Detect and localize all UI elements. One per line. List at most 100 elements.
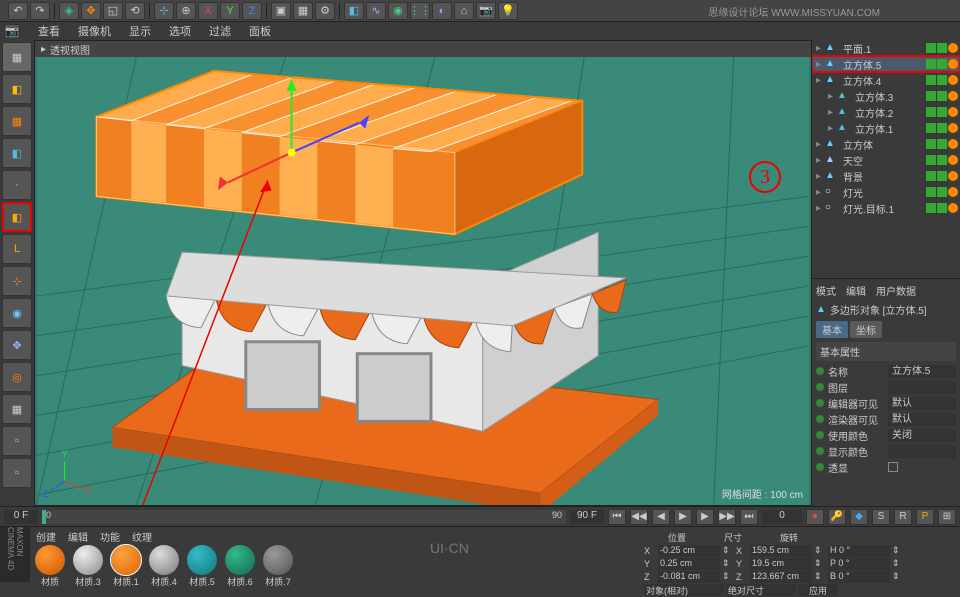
nurbs-icon[interactable]: ◉ [388,2,408,20]
menu-display[interactable]: 显示 [129,23,151,39]
vis-editor-icon[interactable] [926,107,936,117]
tag-icon[interactable] [948,91,958,101]
attr-value[interactable] [888,381,956,394]
vis-render-icon[interactable] [937,75,947,85]
tag-icon[interactable] [948,75,958,85]
make-editable-icon[interactable]: ▦ [2,42,32,72]
key-param-icon[interactable]: P [916,509,934,525]
tag-icon[interactable] [948,107,958,117]
coord-apply-button[interactable]: 应用 [798,584,838,596]
vis-render-icon[interactable] [937,139,947,149]
scale-icon[interactable]: ◱ [103,2,123,20]
attr-value[interactable]: 关闭 [888,429,956,442]
key-pla-icon[interactable]: ⊞ [938,509,956,525]
coord-sys-icon[interactable]: ⊕ [176,2,196,20]
model-mode-icon[interactable]: ◧ [2,74,32,104]
axis-mode-icon[interactable]: ⊹ [2,266,32,296]
vis-render-icon[interactable] [937,155,947,165]
object-manager[interactable]: ▸▲平面.1▸▲立方体.5▸▲立方体.4▸▲立方体.3▸▲立方体.2▸▲立方体.… [812,40,960,278]
render-icon[interactable]: ▣ [271,2,291,20]
render-region-icon[interactable]: ▦ [293,2,313,20]
object-row[interactable]: ▸○灯光.目标.1 [812,200,960,216]
mat-tab-edit[interactable]: 编辑 [68,529,88,543]
redo-icon[interactable]: ↷ [30,2,50,20]
point-mode-icon[interactable]: · [2,170,32,200]
menu-options[interactable]: 选项 [169,23,191,39]
live-select-icon[interactable]: ◈ [59,2,79,20]
snap-icon[interactable]: ◎ [2,362,32,392]
coord-pos[interactable]: -0.081 cm [658,571,720,583]
vis-render-icon[interactable] [937,171,947,181]
object-row[interactable]: ▸▲立方体.1 [812,120,960,136]
menu-camera[interactable]: 摄像机 [78,23,111,39]
enable-axis-icon[interactable]: ✥ [2,330,32,360]
vis-editor-icon[interactable] [926,139,936,149]
camera-icon[interactable]: 📷 [476,2,496,20]
vis-render-icon[interactable] [937,123,947,133]
object-row[interactable]: ▸▲立方体.4 [812,72,960,88]
deformer-icon[interactable]: ◐ [432,2,452,20]
coord-mode-obj[interactable]: 对象(相对) [644,584,724,596]
x-axis-icon[interactable]: X [198,2,218,20]
start-frame[interactable]: 0 F [4,510,38,524]
tag-icon[interactable] [948,139,958,149]
spline-icon[interactable]: ∿ [366,2,386,20]
render-settings-icon[interactable]: ⚙ [315,2,335,20]
coord-rot[interactable]: P 0 ° [828,558,890,570]
object-row[interactable]: ▸▲立方体.5 [812,56,960,72]
tag-icon[interactable] [948,123,958,133]
vis-render-icon[interactable] [937,43,947,53]
tag-icon[interactable] [948,59,958,69]
coord-pos[interactable]: -0.25 cm [658,545,720,557]
coord-rot[interactable]: B 0 ° [828,571,890,583]
vis-editor-icon[interactable] [926,123,936,133]
vis-render-icon[interactable] [937,203,947,213]
tab-coord[interactable]: 坐标 [850,321,882,338]
vis-editor-icon[interactable] [926,59,936,69]
play-icon[interactable]: ▶ [674,509,692,525]
attr-value[interactable]: 默认 [888,413,956,426]
coord-mode-size[interactable]: 绝对尺寸 [726,584,796,596]
workplane-icon[interactable]: ◧ [2,138,32,168]
prev-frame-icon[interactable]: ◀ [652,509,670,525]
autokey-icon[interactable]: 🔑 [828,509,846,525]
object-row[interactable]: ▸▲立方体.3 [812,88,960,104]
coord-pos[interactable]: 0.25 cm [658,558,720,570]
coord-size[interactable]: 19.5 cm [750,558,812,570]
tab-basic[interactable]: 基本 [816,321,848,338]
array-icon[interactable]: ⋮⋮ [410,2,430,20]
goto-end-icon[interactable]: ⏭ [740,509,758,525]
mat-tab-create[interactable]: 创建 [36,529,56,543]
misc1-icon[interactable]: ▫ [2,426,32,456]
key-pos-icon[interactable]: ◆ [850,509,868,525]
menu-panel[interactable]: 面板 [249,23,271,39]
object-row[interactable]: ▸▲立方体 [812,136,960,152]
tag-icon[interactable] [948,187,958,197]
misc2-icon[interactable]: ▫ [2,458,32,488]
attr-mode[interactable]: 模式 [816,283,836,298]
axis-icon[interactable]: ⊹ [154,2,174,20]
key-scale-icon[interactable]: S [872,509,890,525]
attr-value[interactable]: 立方体.5 [888,365,956,378]
texture-mode-icon[interactable]: ▦ [2,106,32,136]
z-axis-icon[interactable]: Z [242,2,262,20]
attr-userdata[interactable]: 用户数据 [876,283,916,298]
vp-icon1[interactable]: 📷 [4,24,20,38]
current-frame[interactable]: 0 [762,510,802,524]
object-row[interactable]: ▸○灯光 [812,184,960,200]
attr-value[interactable] [888,445,956,458]
vis-editor-icon[interactable] [926,171,936,181]
key-rot-icon[interactable]: R [894,509,912,525]
vis-editor-icon[interactable] [926,203,936,213]
tag-icon[interactable] [948,203,958,213]
tweak-icon[interactable]: ◉ [2,298,32,328]
scene-icon[interactable]: ⌂ [454,2,474,20]
y-axis-icon[interactable]: Y [220,2,240,20]
coord-size[interactable]: 123.667 cm [750,571,812,583]
record-icon[interactable]: ● [806,509,824,525]
object-row[interactable]: ▸▲立方体.2 [812,104,960,120]
next-key-icon[interactable]: ▶▶ [718,509,736,525]
rotate-icon[interactable]: ⟲ [125,2,145,20]
edge-mode-icon[interactable]: ◧ [2,202,32,232]
goto-start-icon[interactable]: ⏮ [608,509,626,525]
